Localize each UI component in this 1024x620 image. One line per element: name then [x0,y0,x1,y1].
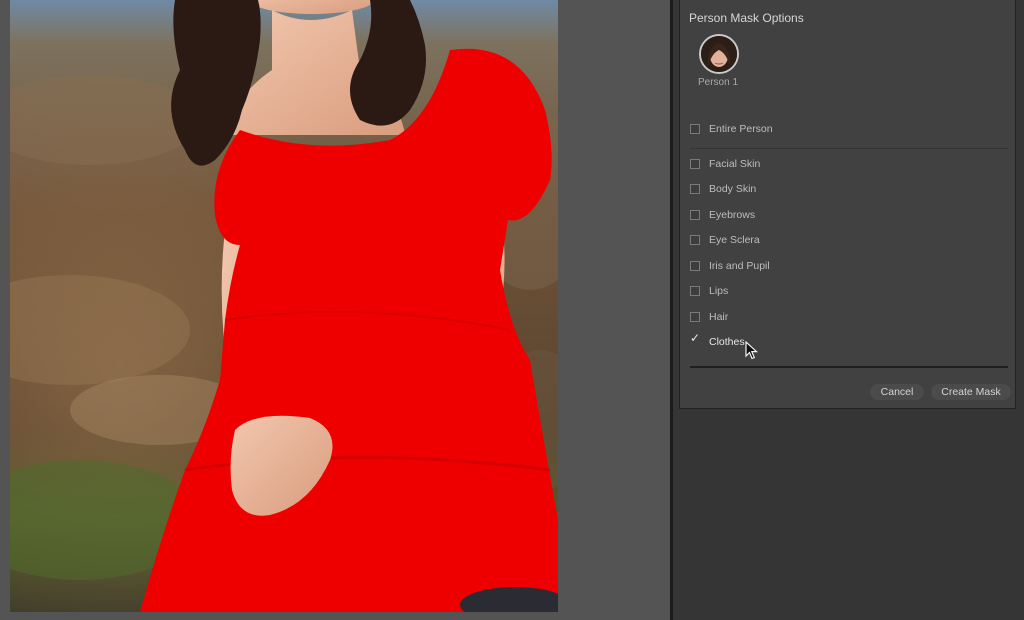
checkbox-checked[interactable]: ✓ [690,332,700,347]
checkbox[interactable] [690,210,700,220]
checkbox[interactable] [690,124,700,134]
separator-thick [690,366,1008,368]
option-label: Body Skin [709,183,757,195]
check-icon: ✓ [690,331,701,345]
option-iris-and-pupil[interactable]: Iris and Pupil [690,258,770,274]
option-lips[interactable]: Lips [690,283,728,299]
photo-preview[interactable] [10,0,558,612]
option-label: Facial Skin [709,158,761,170]
person-1-label: Person 1 [698,77,739,88]
option-label: Eyebrows [709,209,756,221]
option-hair[interactable]: Hair [690,309,728,325]
option-eyebrows[interactable]: Eyebrows [690,207,755,223]
option-facial-skin[interactable]: Facial Skin [690,156,760,172]
right-panel: Person Mask Options Person 1 Entire Pers… [673,0,1024,620]
panel-title: Person Mask Options [689,11,804,25]
checkbox[interactable] [690,261,700,271]
option-label: Hair [709,311,729,323]
portrait-photo [10,0,558,612]
checkbox[interactable] [690,286,700,296]
create-mask-button[interactable]: Create Mask [931,384,1011,400]
checkbox[interactable] [690,312,700,322]
option-eye-sclera[interactable]: Eye Sclera [690,232,760,248]
person-face-icon [701,36,737,72]
option-clothes[interactable]: ✓ Clothes [690,332,745,350]
checkbox[interactable] [690,159,700,169]
photo-canvas-area [0,0,670,620]
option-label: Clothes [709,336,745,348]
person-1-thumbnail[interactable] [699,34,739,74]
cancel-button[interactable]: Cancel [870,384,924,400]
person-mask-options-panel: Person Mask Options Person 1 Entire Pers… [679,0,1016,409]
option-label: Eye Sclera [709,234,760,246]
option-label: Entire Person [709,123,773,135]
checkbox[interactable] [690,235,700,245]
pointer-cursor-icon [745,341,759,360]
separator [690,148,1008,149]
option-label: Lips [709,285,729,297]
option-body-skin[interactable]: Body Skin [690,181,756,197]
option-entire-person[interactable]: Entire Person [690,121,773,137]
checkbox[interactable] [690,184,700,194]
option-label: Iris and Pupil [709,260,770,272]
